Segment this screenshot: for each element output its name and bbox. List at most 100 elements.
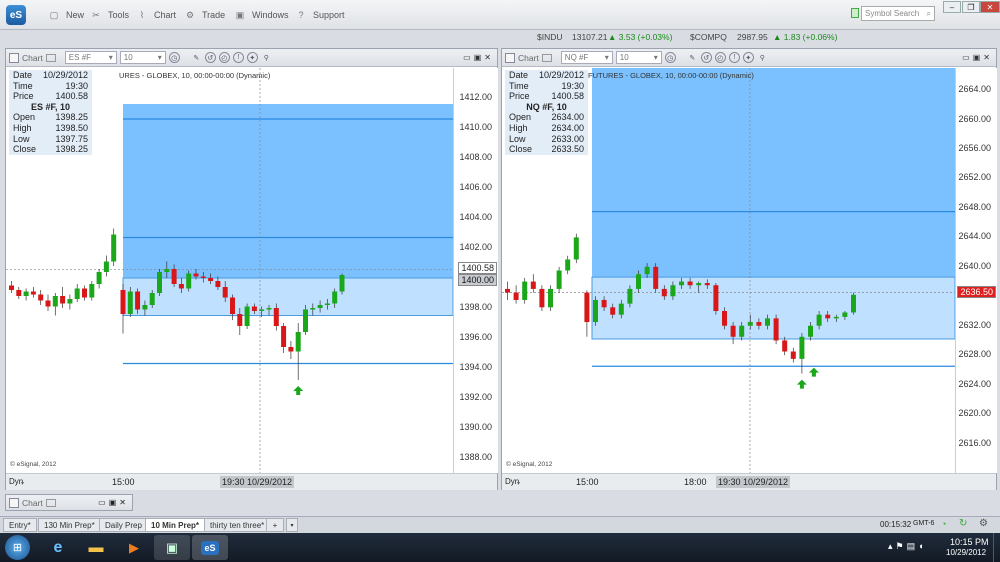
chart-description: URES - GLOBEX, 10, 00:00-00:00 (Dynamic) <box>119 71 271 80</box>
candle-body <box>730 325 736 337</box>
panel-window-controls[interactable]: ▭▣✕ <box>463 53 497 62</box>
status-timezone: GMT-6 <box>913 520 935 527</box>
candle-body <box>704 283 710 286</box>
candle-body <box>679 281 684 286</box>
tab-thirty-ten-three[interactable]: thirty ten three* <box>204 518 271 532</box>
alert-icon[interactable]: ! <box>728 52 740 63</box>
trade-button[interactable]: ⚙ Trade <box>182 4 225 26</box>
panel-window-controls[interactable]: ▭▣✕ <box>98 498 132 507</box>
candle-body <box>713 285 719 311</box>
link-icon[interactable] <box>541 53 552 62</box>
cursor-icon[interactable]: ↺ <box>204 52 216 63</box>
interval-clock-icon[interactable]: ◷ <box>168 52 180 63</box>
compass-icon[interactable]: ✦ <box>742 52 754 63</box>
taskbar-time: 10:15 PM <box>950 537 989 547</box>
interval-clock-icon[interactable]: ◷ <box>664 52 676 63</box>
dyn-dropdown-icon[interactable]: ▾ <box>21 480 24 487</box>
candle-body <box>530 281 536 289</box>
candle-body <box>618 303 624 315</box>
clock-icon[interactable]: ◴ <box>714 52 726 63</box>
price-axis[interactable]: 1412.00 1410.00 1408.00 1406.00 1404.00 1402.… <box>453 68 498 473</box>
settings-icon[interactable]: ⚙ <box>979 518 988 529</box>
interval-select[interactable]: 10 ▾ <box>119 51 166 64</box>
chart-icon: ⌇ <box>139 9 145 20</box>
ticker-value: 2987.95 <box>737 32 768 42</box>
time-axis[interactable]: Dyn ▾ 15:00 18:00 19:30 10/29/2012 <box>502 473 996 490</box>
taskbar-date: 10/29/2012 <box>946 548 987 557</box>
candle-body <box>548 288 553 308</box>
chart-window-icon <box>9 52 19 63</box>
candle-body <box>782 340 788 352</box>
tab-130-min-prep[interactable]: 130 Min Prep* <box>38 518 101 532</box>
symbol-input[interactable]: NQ #F ▾ <box>560 51 613 64</box>
candle-body <box>522 281 528 300</box>
browser-icon[interactable]: e <box>40 535 76 560</box>
cursor-icon[interactable]: ↺ <box>700 52 712 63</box>
link-indicator-icon[interactable] <box>851 8 859 18</box>
chart-button[interactable]: ⌇ Chart <box>134 4 176 26</box>
restore-button[interactable]: ❐ <box>962 1 980 13</box>
candle-body <box>23 291 29 296</box>
ticker-symbol: $INDU <box>537 32 563 42</box>
esignal-logo[interactable]: eS <box>6 5 26 25</box>
clock-icon[interactable]: ◴ <box>218 52 230 63</box>
price-tick-label: 2660.00 <box>958 113 991 124</box>
candle-body <box>636 274 641 289</box>
tools-button[interactable]: ✂ Tools <box>88 4 129 26</box>
minimize-button[interactable]: – <box>943 1 961 13</box>
signal-zone <box>591 276 955 340</box>
link-icon[interactable] <box>45 498 56 507</box>
windows-button[interactable]: ▣ Windows <box>232 4 289 26</box>
minimized-chart-window[interactable]: Chart ▭▣✕ <box>5 494 133 511</box>
pencil-icon[interactable]: ✎ <box>687 52 698 63</box>
candle-body <box>505 288 510 293</box>
candle-body <box>120 290 126 314</box>
connection-icon[interactable]: ◔ <box>941 519 946 529</box>
new-button[interactable]: ▢ New <box>46 4 84 26</box>
alert-icon[interactable]: ! <box>232 52 244 63</box>
media-player-icon[interactable]: ▶ <box>116 535 152 560</box>
candle-body <box>808 325 813 337</box>
compass-icon[interactable]: ✦ <box>246 52 258 63</box>
candle-body <box>171 269 177 284</box>
symbol-input[interactable]: ES #F ▾ <box>64 51 117 64</box>
tab-menu-button[interactable]: ▾ <box>286 518 298 532</box>
pencil-icon[interactable]: ✎ <box>191 52 202 63</box>
candle-body <box>317 305 323 308</box>
candle-body <box>208 278 214 281</box>
cursor-price-tag: 1400.00 <box>458 274 497 286</box>
candle-body <box>74 288 80 299</box>
candle-body <box>670 285 676 297</box>
link-icon[interactable] <box>45 53 56 62</box>
tab-daily-prep[interactable]: Daily Prep <box>99 518 148 532</box>
add-tab-button[interactable]: + <box>266 518 284 532</box>
esignal-taskbar-icon[interactable]: eS <box>192 535 228 560</box>
time-axis[interactable]: Dyn ▾ 15:00 19:30 10/29/2012 <box>6 473 497 490</box>
price-tick-label: 2624.00 <box>958 378 991 389</box>
support-button[interactable]: ? Support <box>293 4 344 26</box>
link-chain-icon[interactable]: ⚲ <box>757 52 768 63</box>
candle-body <box>178 284 184 289</box>
cursor-window: Date 10/29/2012 Time 19:30 Price 1400.58 NQ… <box>505 70 588 155</box>
panel-window-controls[interactable]: ▭▣✕ <box>962 53 996 62</box>
refresh-icon[interactable]: ↻ <box>959 518 967 529</box>
candle-body <box>324 303 330 305</box>
tab-10-min-prep[interactable]: 10 Min Prep* <box>145 518 206 532</box>
last-price-tag: 1400.58 <box>458 262 497 275</box>
candle-body <box>251 306 257 311</box>
dyn-dropdown-icon[interactable]: ▾ <box>517 480 520 487</box>
price-tick-label: 1410.00 <box>459 122 492 132</box>
start-button[interactable]: ⊞ <box>5 535 30 560</box>
candle-body <box>565 259 571 271</box>
candle-body <box>16 290 22 296</box>
close-button[interactable]: ✕ <box>980 1 1000 13</box>
network-app-icon[interactable]: ▣ <box>154 535 190 560</box>
symbol-search-input[interactable]: Symbol Search ⌕ <box>861 6 935 21</box>
system-tray-icons[interactable]: ▴⚑▤◖ <box>888 541 927 552</box>
interval-select[interactable]: 10 ▾ <box>615 51 662 64</box>
folder-icon[interactable]: ▬ <box>78 535 114 560</box>
price-axis[interactable]: 2664.00 2660.00 2656.00 2652.00 2648.00 2644.… <box>955 68 997 473</box>
tab-entry[interactable]: Entry* <box>3 518 37 532</box>
show-desktop-button[interactable] <box>993 533 1000 562</box>
link-chain-icon[interactable]: ⚲ <box>261 52 272 63</box>
